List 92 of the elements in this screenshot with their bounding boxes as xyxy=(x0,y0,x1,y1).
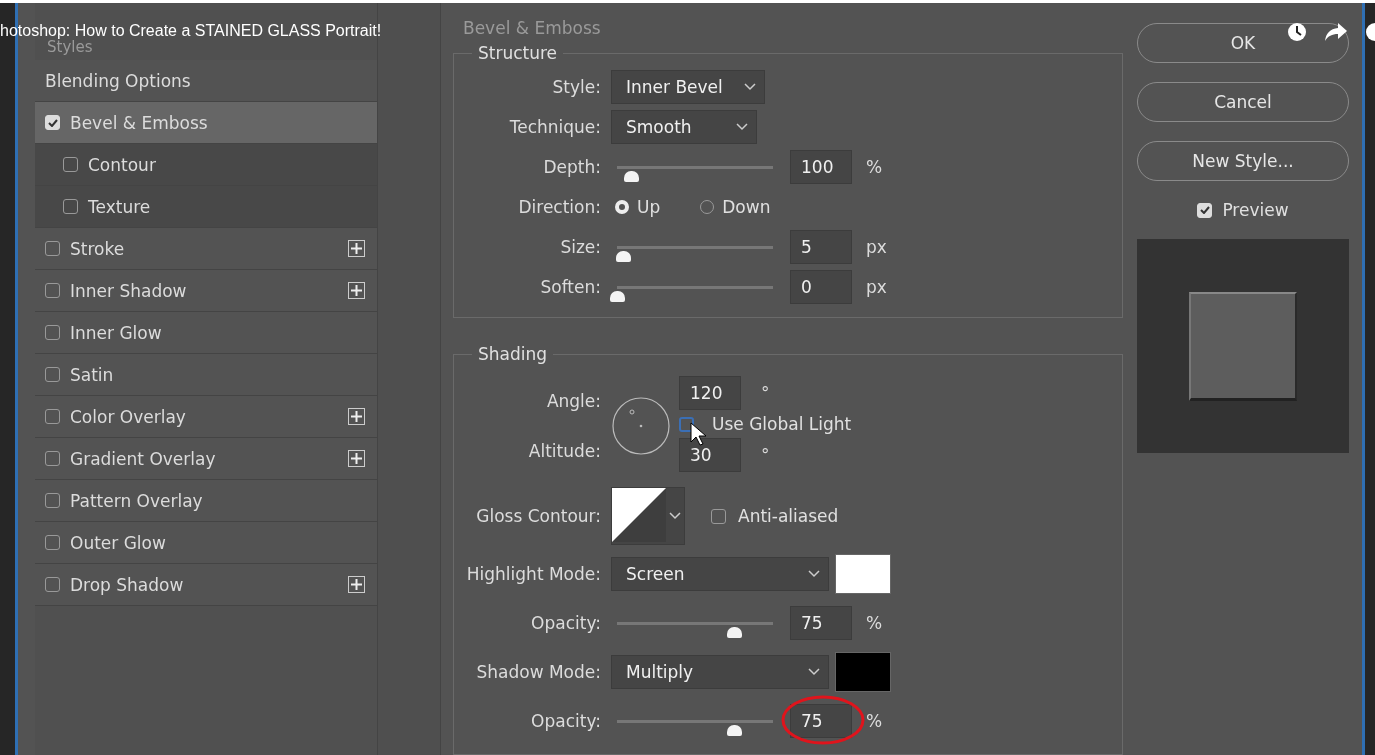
field-label: Opacity: xyxy=(530,711,602,731)
unit-label: px xyxy=(866,277,887,297)
color-swatch[interactable] xyxy=(835,652,891,692)
unit-label: % xyxy=(866,711,883,731)
clock-icon[interactable] xyxy=(1287,22,1307,42)
radio-label: Down xyxy=(722,197,771,217)
field-label: Size: xyxy=(559,237,602,257)
checkbox[interactable] xyxy=(711,508,726,524)
slider-thumb[interactable] xyxy=(610,290,625,302)
value-field[interactable]: 75 xyxy=(790,704,852,738)
field-label: Direction: xyxy=(517,197,602,217)
unit-label: px xyxy=(866,237,887,257)
checkbox[interactable] xyxy=(45,241,60,256)
field-label: Style: xyxy=(551,77,602,97)
plus-icon[interactable] xyxy=(348,240,365,257)
checkbox[interactable] xyxy=(45,367,60,382)
field-label: Highlight Mode: xyxy=(465,564,602,584)
field-label: Soften: xyxy=(539,277,602,297)
style-label: Pattern Overlay xyxy=(70,490,204,511)
style-label: Stroke xyxy=(70,238,126,259)
style-label: Satin xyxy=(70,364,115,385)
checkbox[interactable] xyxy=(45,409,60,424)
unit-label: % xyxy=(866,613,883,633)
field-label: Opacity: xyxy=(530,613,602,633)
unit-label: ° xyxy=(761,445,770,465)
radio-label: Up xyxy=(637,197,661,217)
checkbox[interactable] xyxy=(63,199,78,214)
style-item[interactable]: Contour xyxy=(35,144,377,186)
style-label: Gradient Overlay xyxy=(70,448,217,469)
field-label: Gloss Contour: xyxy=(475,506,602,526)
field-label: Technique: xyxy=(508,117,602,137)
style-label: Drop Shadow xyxy=(70,574,185,595)
checkbox[interactable] xyxy=(45,325,60,340)
style-item[interactable]: Bevel & Emboss xyxy=(35,102,377,144)
panel-header: Styles xyxy=(47,38,93,58)
slider-thumb[interactable] xyxy=(727,626,742,638)
dropdown[interactable]: Multiply xyxy=(611,655,829,689)
share-icon[interactable] xyxy=(1325,23,1347,41)
color-swatch[interactable] xyxy=(835,554,891,594)
checkbox-label: Anti-aliased xyxy=(738,506,839,526)
cursor-icon xyxy=(690,422,706,446)
radio-option[interactable]: Down xyxy=(700,197,771,217)
caret-icon xyxy=(736,123,748,131)
unit-label: ° xyxy=(761,383,770,403)
plus-icon[interactable] xyxy=(348,576,365,593)
style-label: Inner Shadow xyxy=(70,280,188,301)
field-label: Angle: xyxy=(545,391,602,411)
dropdown[interactable]: Screen xyxy=(611,557,829,591)
altitude-field[interactable]: 30 xyxy=(679,438,741,472)
field-label: Depth: xyxy=(542,157,602,177)
dropdown[interactable]: Inner Bevel xyxy=(611,70,765,104)
section-title: Bevel & Emboss xyxy=(462,17,602,40)
angle-dial[interactable] xyxy=(611,396,671,456)
unit-label: % xyxy=(866,157,883,177)
plus-icon[interactable] xyxy=(348,282,365,299)
checkbox[interactable] xyxy=(45,451,60,466)
value-field[interactable]: 100 xyxy=(790,150,852,184)
field-label: Shadow Mode: xyxy=(475,662,602,682)
value-field[interactable]: 5 xyxy=(790,230,852,264)
checkbox[interactable] xyxy=(45,535,60,550)
group-title: Structure xyxy=(477,43,559,63)
value-field[interactable]: 75 xyxy=(790,606,852,640)
style-label: Blending Options xyxy=(45,70,192,91)
caret-icon xyxy=(669,512,681,520)
radio-option[interactable]: Up xyxy=(615,197,661,217)
group-title: Shading xyxy=(477,344,549,364)
style-label: Texture xyxy=(88,196,152,217)
dropdown[interactable]: Smooth xyxy=(611,110,757,144)
checkbox-label: Use Global Light xyxy=(712,414,852,434)
style-label: Outer Glow xyxy=(70,532,167,553)
caret-icon xyxy=(744,83,756,91)
style-label: Inner Glow xyxy=(70,322,163,343)
checkbox[interactable] xyxy=(45,283,60,298)
caret-icon xyxy=(808,668,820,676)
plus-icon[interactable] xyxy=(348,450,365,467)
contour-picker[interactable] xyxy=(611,487,685,545)
slider-thumb[interactable] xyxy=(616,250,632,262)
checkbox[interactable] xyxy=(45,493,60,508)
style-item[interactable]: Texture xyxy=(35,186,377,228)
slider-thumb[interactable] xyxy=(727,724,742,736)
slider-thumb[interactable] xyxy=(624,170,640,182)
style-label: Color Overlay xyxy=(70,406,187,427)
style-label: Bevel & Emboss xyxy=(70,112,209,133)
checkbox[interactable] xyxy=(45,577,60,592)
plus-icon[interactable] xyxy=(348,408,365,425)
angle-field[interactable]: 120 xyxy=(679,376,741,410)
checkbox-label: Preview xyxy=(1222,200,1289,220)
caret-icon xyxy=(808,570,820,578)
field-label: Altitude: xyxy=(527,441,602,461)
style-label: Contour xyxy=(88,154,157,175)
value-field[interactable]: 0 xyxy=(790,270,852,304)
checkbox[interactable] xyxy=(63,157,78,172)
